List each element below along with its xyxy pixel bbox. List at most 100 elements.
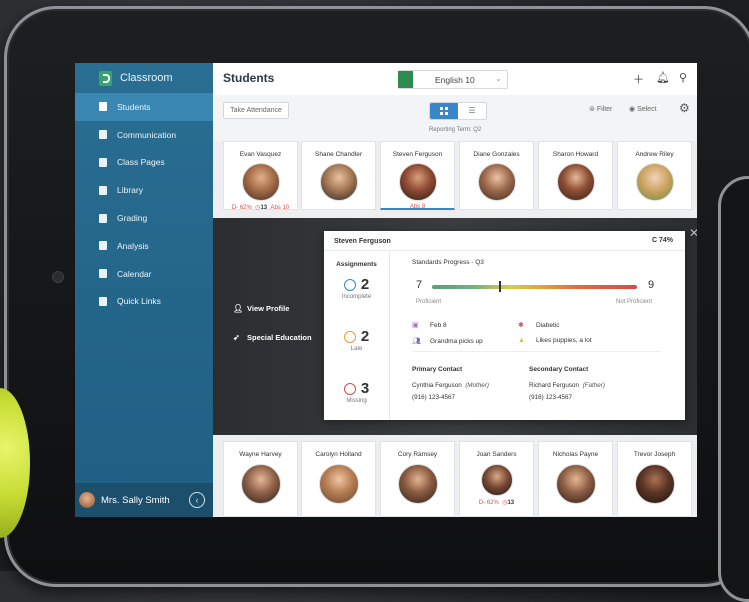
search-icon[interactable]: ⚲ [679,71,687,84]
student-missing: 13 [260,205,268,211]
app-brand[interactable]: Classroom [75,63,213,93]
student-photo [480,464,513,496]
student-card[interactable]: Carolyn Holland [301,441,376,517]
contact-name: Richard Ferguson [529,382,580,389]
sidebar-item-label: Grading [117,213,148,224]
sidebar-item-quick-links[interactable]: Quick Links [75,288,213,316]
student-name: Evan Vasquez [239,151,282,158]
missing-label: Missing [346,398,367,404]
sidebar-item-students[interactable]: Students [75,93,213,121]
student-card[interactable]: Trevor Joseph [617,441,692,517]
contact-relation: (Father) [582,382,605,389]
student-grade: D- 62% [231,205,252,211]
student-cards-top: Evan Vasquez D- 62% ◷13 Abs 10 Shane Cha… [213,141,697,218]
calendar-icon [99,269,107,279]
close-icon[interactable]: ✕ [689,226,697,240]
standards-max: 9 [648,279,655,291]
contact-phone[interactable]: (916) 123-4567 [412,394,455,401]
student-photo [556,163,595,201]
select-label: Select [637,106,657,113]
second-tablet [718,176,749,602]
cake-icon: ▣ [412,322,419,329]
avatar [79,492,95,508]
medical-note: ✱ Diabetic [518,321,559,329]
student-card[interactable]: Evan Vasquez D- 62% ◷13 Abs 10 [223,141,298,211]
plus-icon[interactable]: ＋ [633,71,644,87]
secondary-contact: Richard Ferguson (Father) (916) 123-4567 [529,380,605,404]
student-card[interactable]: Andrew Riley [617,141,692,210]
summary-student-name: Steven Ferguson [334,238,391,245]
collapse-sidebar-icon[interactable]: ‹ [189,492,205,508]
student-cards-bottom: Wayne Harvey Carolyn Holland Cory Ramsey… [213,435,697,517]
sidebar-item-calendar[interactable]: Calendar [75,260,213,288]
standards-progress: Standards Progress - Q3 7 9 Proficient N… [412,259,677,305]
summary-grade: C 74% [651,237,673,244]
sidebar-item-label: Calendar [117,268,152,279]
view-toggle: ☰ [429,102,487,120]
student-card[interactable]: Cory Ramsey [380,441,455,517]
gear-icon[interactable]: ⚙ [679,101,690,115]
sidebar-item-grading[interactable]: Grading [75,204,213,232]
student-photo [240,464,281,504]
birthday-note: ▣ Feb 8 [412,321,447,329]
class-select[interactable]: English 10 ⌄ [398,70,508,89]
student-card-selected[interactable]: Steven Ferguson Abs 8 [380,141,455,210]
student-card[interactable]: Nicholas Payne [538,441,613,517]
select-icon: ◉ [629,106,638,113]
sidebar-item-communication[interactable]: Communication [75,121,213,149]
sidebar-item-label: Quick Links [117,296,161,307]
list-view-icon[interactable]: ☰ [458,103,486,119]
chevron-down-icon: ⌄ [495,74,502,83]
student-summary-card: Steven Ferguson C 74% Assignments 2 Inco… [324,231,685,420]
note-text: Grandma picks up [430,338,483,345]
assignments-column: Assignments 2 Incomplete 2 Late 3 Missin… [324,251,390,420]
student-card[interactable]: Wayne Harvey [223,441,298,517]
assignment-stat-late[interactable]: 2 Late [324,328,389,372]
user-name: Mrs. Sally Smith [101,494,170,506]
late-clock-icon [343,330,356,343]
secondary-contact-header: Secondary Contact [529,366,589,373]
sidebar-item-library[interactable]: Library [75,176,213,204]
student-card[interactable]: Sharon Howard [538,141,613,210]
assignment-stat-incomplete[interactable]: 2 Incomplete [324,276,389,320]
assignment-stat-missing[interactable]: 3 Missing [324,380,389,424]
toolbar: Take Attendance ☰ ⊜ Filter ◉ Select ⚙ Re… [213,95,697,141]
user-profile[interactable]: Mrs. Sally Smith ‹ [75,483,213,517]
standards-min: 7 [416,279,423,291]
student-card[interactable]: Joan Sanders D- 62% ◷13 [459,441,534,517]
communication-icon [99,130,107,140]
rocket-icon: ➶ [233,333,240,342]
student-photo [241,163,280,201]
student-card[interactable]: Diane Gonzales [459,141,534,210]
primary-contact-header: Primary Contact [412,366,463,373]
special-education-link[interactable]: ➶ Special Education [233,333,312,342]
incomplete-icon [343,278,356,291]
student-name: Cory Ramsey [397,451,438,458]
sidebar-item-label: Analysis [117,240,149,251]
sidebar-item-label: Communication [117,129,177,140]
grading-icon [99,213,107,223]
take-attendance-button[interactable]: Take Attendance [223,102,289,119]
contact-name: Cynthia Ferguson [412,382,462,389]
sidebar-item-analysis[interactable]: Analysis [75,232,213,260]
select-button[interactable]: ◉ Select [629,105,657,113]
student-card[interactable]: Shane Chandler [301,141,376,210]
app-screen: Classroom Students Communication Class P… [75,63,697,517]
missing-count: 3 [360,380,370,397]
bell-icon[interactable]: 🔔︎ [656,71,670,84]
grid-view-icon[interactable] [430,103,458,119]
note-text: Diabetic [536,322,560,329]
warning-note: ▲ Likes puppies, a lot [518,337,592,344]
contact-relation: (Mother) [465,382,489,389]
filter-icon: ⊜ [589,106,597,113]
contact-phone[interactable]: (916) 123-4567 [529,394,572,401]
class-select-value: English 10 [435,74,475,85]
view-profile-link[interactable]: 👤︎ View Profile [233,304,289,313]
sidebar-item-class-pages[interactable]: Class Pages [75,149,213,177]
sidebar: Classroom Students Communication Class P… [75,63,213,517]
not-proficient-label: Not Proficient [616,299,653,305]
filter-button[interactable]: ⊜ Filter [589,105,612,113]
student-photo [397,464,438,504]
class-pages-icon [99,157,107,167]
primary-contact: Cynthia Ferguson (Mother) (916) 123-4567 [412,380,489,404]
